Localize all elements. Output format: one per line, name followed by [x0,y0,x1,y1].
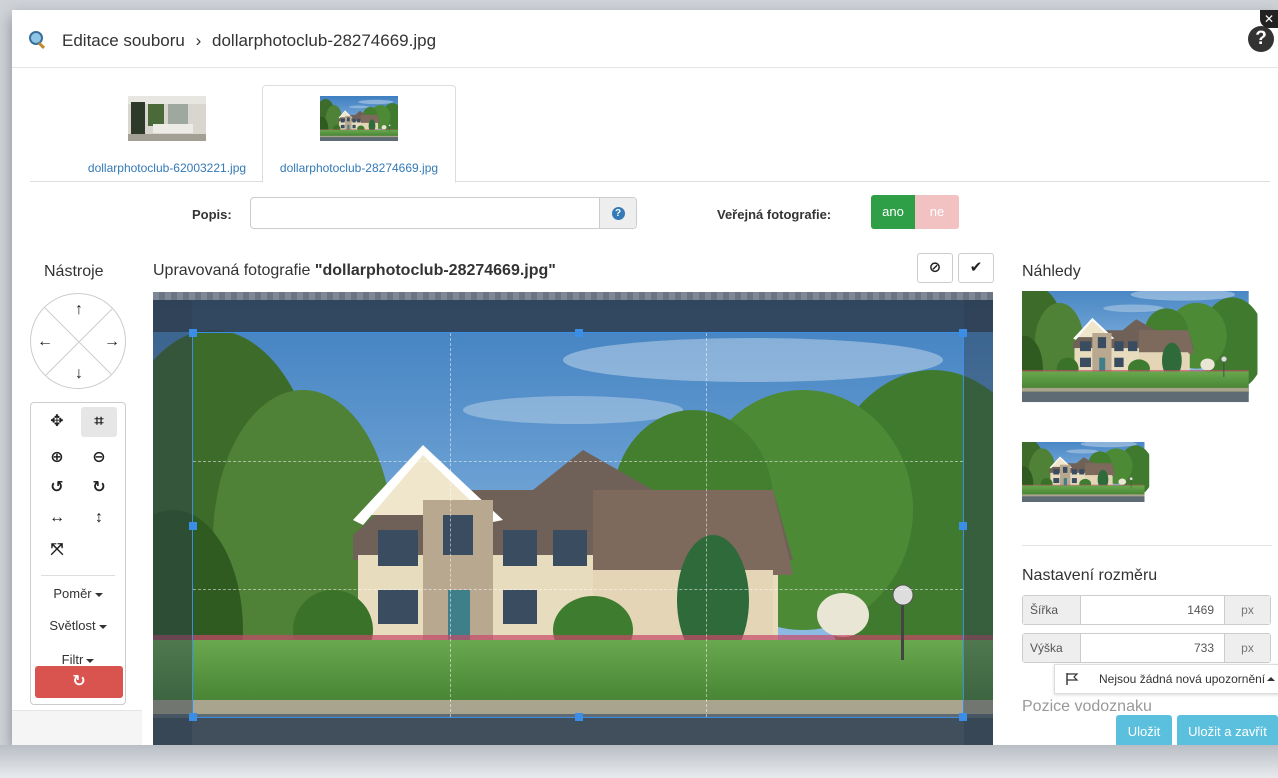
image-canvas[interactable] [153,292,993,745]
crop-handle-nw[interactable] [189,329,197,337]
zoom-in-icon[interactable]: ⊕ [39,443,75,473]
caret-up-icon [1267,677,1275,681]
flip-vertical-icon[interactable]: ↕ [81,503,117,533]
thumbnail-interior [128,96,206,141]
width-value[interactable]: 1469 [1081,596,1224,624]
canvas-checker-strip [153,292,993,300]
crop-grid-line [193,460,963,462]
rotate-left-icon[interactable]: ↺ [39,473,75,503]
height-unit: px [1224,634,1270,662]
breadcrumb-separator: › [195,31,202,50]
confirm-crop-button[interactable]: ✔ [958,253,994,283]
flag-icon [1066,673,1079,685]
cancel-crop-button[interactable]: ⊘ [917,253,953,283]
brightness-dropdown[interactable]: Světlost [31,618,125,633]
crop-grid-line [193,588,963,590]
ban-icon: ⊘ [928,259,942,276]
filter-label: Filtr [61,652,84,667]
save-and-close-button[interactable]: Uložit a zavřít [1177,715,1278,745]
crop-icon[interactable]: ⌗ [81,407,117,437]
breadcrumb-current: dollarphotoclub-28274669.jpg [212,31,437,50]
preview-large [1022,291,1270,415]
filter-dropdown[interactable]: Filtr [31,652,125,667]
arrow-down-icon[interactable]: ↓ [69,364,89,384]
tab-file-1[interactable]: dollarphotoclub-62003221.jpg [72,85,262,182]
ratio-dropdown[interactable]: Poměr [31,586,125,601]
notification-bar[interactable]: Nejsou žádná nová upozornění [1054,664,1278,694]
rotate-right-icon[interactable]: ↻ [81,473,117,503]
breadcrumb-root[interactable]: Editace souboru [62,31,185,50]
flip-horizontal-icon[interactable]: ↔ [39,503,75,533]
direction-pad: ↑ ← → ↓ [30,293,126,389]
editor-title-prefix: Upravovaná fotografie [153,262,315,279]
public-no-button[interactable]: ne [915,195,959,229]
editor-title: Upravovaná fotografie "dollarphotoclub-2… [153,262,556,280]
caret-down-icon [98,624,107,629]
thumbnail-house [320,96,398,141]
crop-handle-w[interactable] [189,522,197,530]
check-icon: ✔ [969,259,983,276]
backdrop-bottom [0,745,1278,778]
previews-title: Náhledy [1022,263,1081,280]
watermark-position-title: Pozice vodoznaku [1022,698,1152,715]
width-label: Šířka [1023,596,1081,624]
ratio-label: Poměr [53,586,92,601]
description-group: ? [250,197,637,229]
help-icon[interactable]: ? [1248,26,1274,52]
section-divider [1022,545,1272,546]
crop-handle-s[interactable] [575,713,583,721]
tab-file-2-label: dollarphotoclub-28274669.jpg [279,161,439,175]
crop-handle-ne[interactable] [959,329,967,337]
editor-title-file: "dollarphotoclub-28274669.jpg" [314,262,556,279]
description-input[interactable] [251,198,599,228]
crop-box[interactable] [189,329,967,721]
file-edit-modal: Editace souboru › dollarphotoclub-282746… [12,10,1278,745]
tab-file-2[interactable]: dollarphotoclub-28274669.jpg [262,85,456,183]
close-icon[interactable]: ✕ [1260,10,1278,28]
breadcrumb: Editace souboru › dollarphotoclub-282746… [62,31,436,51]
arrow-up-icon[interactable]: ↑ [69,300,89,320]
caret-down-icon [94,592,103,597]
width-field[interactable]: Šířka 1469 px [1022,595,1271,625]
zoom-out-icon[interactable]: ⊖ [81,443,117,473]
caret-down-icon [86,658,95,663]
crop-grid-line [449,333,451,717]
image-search-icon [29,31,46,50]
tab-file-1-label: dollarphotoclub-62003221.jpg [87,161,247,175]
modal-header: Editace souboru › dollarphotoclub-282746… [12,10,1278,68]
crop-handle-n[interactable] [575,329,583,337]
fullscreen-icon[interactable]: ⤧ [39,535,75,565]
brightness-label: Světlost [49,618,96,633]
crop-handle-se[interactable] [959,713,967,721]
arrow-left-icon[interactable]: ← [35,332,55,352]
description-label: Popis: [192,207,232,222]
modal-footer [12,710,142,745]
crop-handle-e[interactable] [959,522,967,530]
crop-grid-line [706,333,708,717]
height-value[interactable]: 733 [1081,634,1224,662]
preview-small [1022,442,1156,509]
description-info-addon[interactable]: ? [599,198,636,228]
refresh-icon: ↻ [72,673,86,690]
height-field[interactable]: Výška 733 px [1022,633,1271,663]
notification-text: Nejsou žádná nová upozornění [1099,672,1266,686]
save-button[interactable]: Uložit [1116,715,1172,745]
reset-button[interactable]: ↻ [35,666,123,698]
file-tabs: dollarphotoclub-62003221.jpg dollarphoto… [30,85,1270,183]
tools-title: Nástroje [44,263,104,280]
height-label: Výška [1023,634,1081,662]
arrow-right-icon[interactable]: → [102,332,122,352]
size-settings-title: Nastavení rozměru [1022,567,1158,584]
width-unit: px [1224,596,1270,624]
tool-panel: ✥ ⌗ ⊕ ⊖ ↺ ↻ ↔ ↕ ⤧ Poměr Světlost Filtr ↻ [30,402,126,705]
public-photo-label: Veřejná fotografie: [717,207,832,222]
public-yes-button[interactable]: ano [871,195,915,229]
tool-separator [41,575,115,576]
crop-handle-sw[interactable] [189,713,197,721]
move-icon[interactable]: ✥ [39,407,75,437]
info-icon: ? [611,206,625,220]
